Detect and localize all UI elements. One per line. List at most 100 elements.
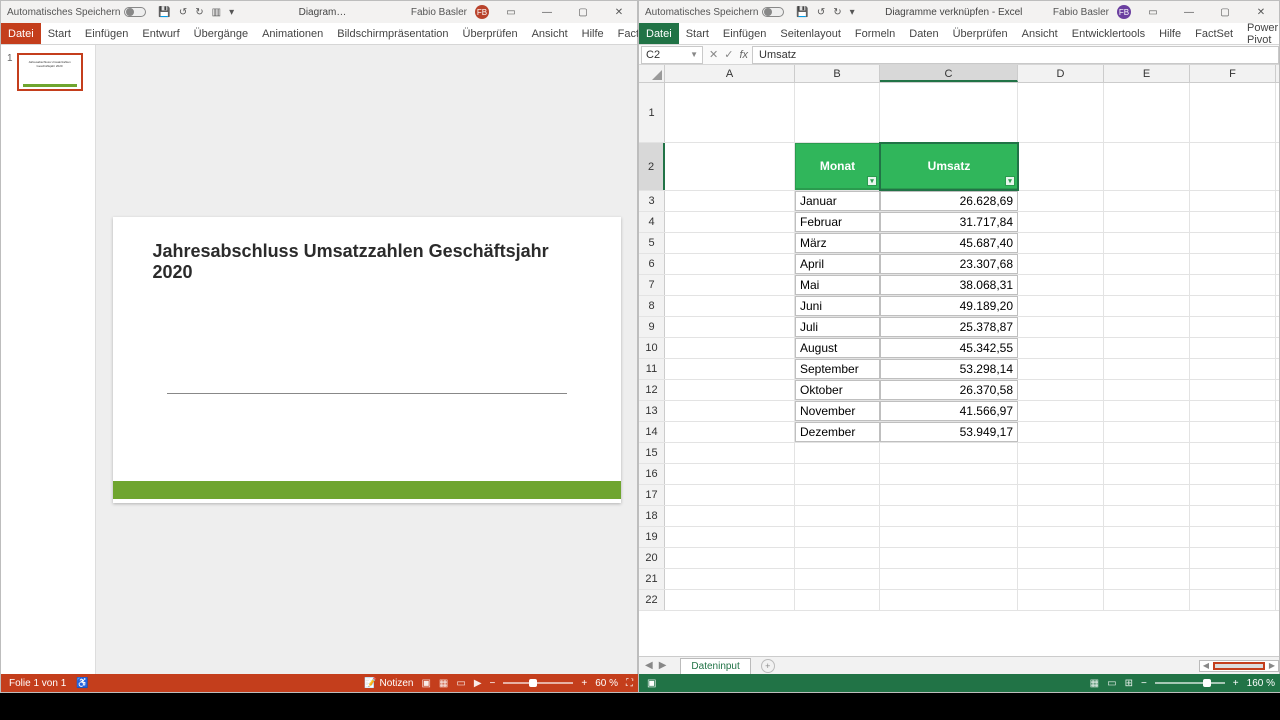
cell[interactable] <box>665 443 795 463</box>
horizontal-scrollbar[interactable]: ◀ ▶ <box>1199 660 1279 672</box>
cell[interactable] <box>1190 338 1276 358</box>
tab-einfuegen[interactable]: Einfügen <box>78 23 135 44</box>
cell[interactable] <box>1190 590 1276 610</box>
cell[interactable] <box>1190 506 1276 526</box>
cell[interactable] <box>1018 83 1104 142</box>
cell[interactable] <box>665 590 795 610</box>
cell[interactable] <box>1190 212 1276 232</box>
cell[interactable] <box>1104 506 1190 526</box>
row-header[interactable]: 16 <box>639 464 665 484</box>
cell[interactable]: 41.566,97 <box>880 401 1018 421</box>
cell[interactable] <box>1104 380 1190 400</box>
cell[interactable] <box>1018 443 1104 463</box>
cell[interactable]: April <box>795 254 880 274</box>
cell[interactable] <box>665 296 795 316</box>
row-header[interactable]: 14 <box>639 422 665 442</box>
cell[interactable] <box>1018 464 1104 484</box>
tab-factset[interactable]: FactSet <box>1188 23 1240 44</box>
cell[interactable] <box>665 191 795 211</box>
tab-entwurf[interactable]: Entwurf <box>135 23 186 44</box>
cell[interactable] <box>1018 317 1104 337</box>
cell[interactable]: 26.370,58 <box>880 380 1018 400</box>
cell[interactable] <box>1018 296 1104 316</box>
zoom-out-icon[interactable]: − <box>490 678 496 689</box>
scroll-right-icon[interactable]: ▶ <box>1266 661 1278 670</box>
cell[interactable] <box>1018 422 1104 442</box>
tab-hilfe[interactable]: Hilfe <box>1152 23 1188 44</box>
cell[interactable] <box>1018 527 1104 547</box>
cell[interactable] <box>1104 275 1190 295</box>
cell[interactable] <box>665 83 795 142</box>
cell[interactable] <box>665 422 795 442</box>
tab-ansicht[interactable]: Ansicht <box>525 23 575 44</box>
cell[interactable]: März <box>795 233 880 253</box>
maximize-button[interactable]: ▢ <box>569 2 597 22</box>
cell[interactable] <box>665 233 795 253</box>
select-all-corner[interactable] <box>639 65 665 82</box>
cell[interactable] <box>795 569 880 589</box>
save-icon[interactable]: 💾 <box>796 7 808 18</box>
cell[interactable]: 45.342,55 <box>880 338 1018 358</box>
cell[interactable] <box>665 359 795 379</box>
cell[interactable] <box>880 83 1018 142</box>
slide-thumbnail-1[interactable]: Jahresabschluss Umsatzzahlen Geschäftsja… <box>17 53 83 91</box>
tab-entwicklertools[interactable]: Entwicklertools <box>1065 23 1152 44</box>
row-header[interactable]: 11 <box>639 359 665 379</box>
slide-canvas-area[interactable]: Jahresabschluss Umsatzzahlen Geschäftsja… <box>96 45 637 674</box>
sheet-tab-dateninput[interactable]: Dateninput <box>680 658 750 674</box>
cell[interactable] <box>1018 275 1104 295</box>
row-header[interactable]: 18 <box>639 506 665 526</box>
reading-view-icon[interactable]: ▭ <box>456 678 465 689</box>
tab-start[interactable]: Start <box>679 23 716 44</box>
cell[interactable] <box>1018 569 1104 589</box>
cell[interactable] <box>665 212 795 232</box>
cell[interactable]: Dezember <box>795 422 880 442</box>
cell[interactable] <box>1104 191 1190 211</box>
tab-ansicht[interactable]: Ansicht <box>1015 23 1065 44</box>
sheet-nav-next-icon[interactable]: ▶ <box>659 660 667 671</box>
cell[interactable]: 38.068,31 <box>880 275 1018 295</box>
maximize-button[interactable]: ▢ <box>1211 2 1239 22</box>
fx-icon[interactable]: fx <box>739 49 748 61</box>
cell[interactable] <box>1018 506 1104 526</box>
row-header[interactable]: 20 <box>639 548 665 568</box>
row-header[interactable]: 5 <box>639 233 665 253</box>
cell[interactable] <box>1104 338 1190 358</box>
cell[interactable] <box>1104 83 1190 142</box>
cell[interactable] <box>1104 527 1190 547</box>
cell[interactable] <box>880 485 1018 505</box>
cell[interactable] <box>1104 233 1190 253</box>
cell[interactable] <box>1018 485 1104 505</box>
cell[interactable]: Januar <box>795 191 880 211</box>
cell[interactable]: Oktober <box>795 380 880 400</box>
cell[interactable] <box>1018 401 1104 421</box>
cell[interactable] <box>795 527 880 547</box>
row-header[interactable]: 4 <box>639 212 665 232</box>
row-header[interactable]: 8 <box>639 296 665 316</box>
cell[interactable] <box>665 506 795 526</box>
cell[interactable] <box>1104 359 1190 379</box>
cell[interactable] <box>1190 380 1276 400</box>
xl-autosave-toggle[interactable]: Automatisches Speichern <box>645 7 784 18</box>
cell[interactable] <box>665 485 795 505</box>
sheet-nav-prev-icon[interactable]: ◀ <box>645 660 653 671</box>
cell[interactable] <box>1104 548 1190 568</box>
cell[interactable] <box>1190 548 1276 568</box>
cell[interactable] <box>880 443 1018 463</box>
cell[interactable] <box>1018 359 1104 379</box>
tab-daten[interactable]: Daten <box>902 23 945 44</box>
cell[interactable] <box>1190 254 1276 274</box>
cell[interactable] <box>665 401 795 421</box>
filter-icon[interactable]: ▾ <box>867 176 877 186</box>
cell[interactable]: Umsatz▾ <box>880 143 1018 190</box>
col-header-D[interactable]: D <box>1018 65 1104 82</box>
cell[interactable] <box>880 506 1018 526</box>
cell[interactable] <box>880 527 1018 547</box>
toggle-icon[interactable] <box>762 7 784 17</box>
pp-user-avatar[interactable]: FB <box>475 5 489 19</box>
cell[interactable] <box>665 275 795 295</box>
minimize-button[interactable]: — <box>533 2 561 22</box>
save-icon[interactable]: 💾 <box>158 7 170 18</box>
cell[interactable] <box>1018 254 1104 274</box>
zoom-value[interactable]: 160 % <box>1247 678 1275 689</box>
